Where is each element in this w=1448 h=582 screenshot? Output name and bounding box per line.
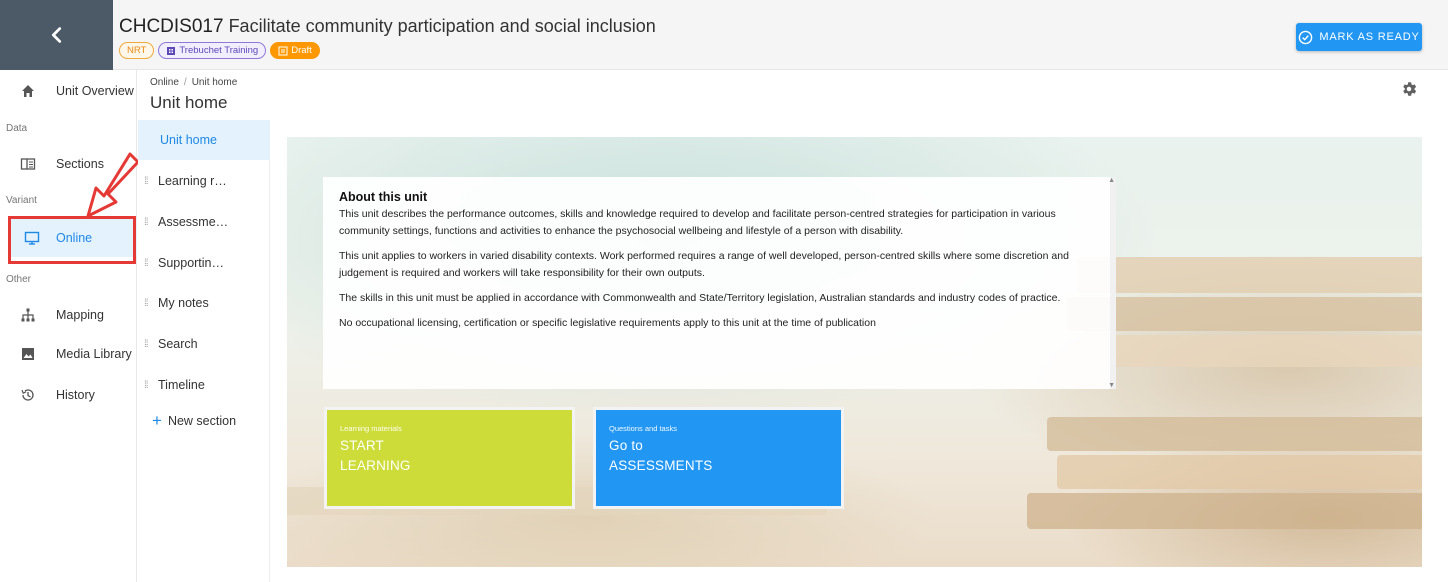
tile-line2: LEARNING	[340, 458, 411, 473]
section-item-label: Timeline	[158, 378, 205, 392]
section-item-supporting[interactable]: ⁞⁞ Supportin…	[138, 243, 270, 283]
section-item-label: Supportin…	[158, 256, 225, 270]
book-shape	[1067, 297, 1422, 331]
draft-status-chip: Draft	[270, 42, 320, 59]
unit-title: CHCDIS017 Facilitate community participa…	[119, 16, 656, 38]
book-shape	[1047, 417, 1422, 451]
section-item-learning[interactable]: ⁞⁞ Learning r…	[138, 161, 270, 201]
tile-caption: Questions and tasks	[609, 424, 677, 433]
drag-handle-icon[interactable]: ⁞⁞	[138, 258, 158, 269]
nav-history[interactable]: History	[0, 376, 137, 414]
organisation-chip: Trebuchet Training	[158, 42, 267, 59]
go-to-assessments-tile[interactable]: Questions and tasks Go to ASSESSMENTS	[593, 407, 844, 509]
about-title: About this unit	[339, 190, 428, 204]
tile-line1: Go to	[609, 438, 644, 453]
tile-caption: Learning materials	[340, 424, 402, 433]
about-paragraph: The skills in this unit must be applied …	[339, 292, 1061, 304]
page-title: Unit home	[150, 93, 228, 112]
unit-chips: NRT Trebuchet Training Draft	[119, 42, 320, 59]
breadcrumb: Online / Unit home	[150, 77, 237, 88]
scroll-down-arrow-icon[interactable]: ▼	[1108, 382, 1115, 389]
tile-line2: ASSESSMENTS	[609, 458, 713, 473]
new-section-button[interactable]: + New section	[152, 412, 236, 429]
organisation-chip-label: Trebuchet Training	[179, 45, 259, 56]
tile-line1: START	[340, 438, 385, 453]
nav-unit-overview-label: Unit Overview	[56, 84, 134, 98]
new-section-label: New section	[167, 413, 237, 428]
about-paragraph: This unit describes the performance outc…	[339, 208, 1056, 237]
about-paragraph: No occupational licensing, certification…	[339, 317, 876, 329]
about-unit-panel: About this unit This unit describes the …	[323, 177, 1116, 389]
start-learning-tile[interactable]: Learning materials START LEARNING	[324, 407, 575, 509]
unit-code: CHCDIS017	[119, 16, 224, 37]
nav-mapping-label: Mapping	[56, 308, 104, 322]
nav-mapping[interactable]: Mapping	[0, 296, 137, 334]
book-shape	[1057, 455, 1422, 489]
chevron-left-icon	[51, 27, 61, 43]
back-button[interactable]	[0, 0, 113, 70]
section-item-my-notes[interactable]: ⁞⁞ My notes	[138, 283, 270, 323]
draft-icon	[278, 46, 288, 55]
check-circle-icon	[1299, 30, 1313, 44]
mark-as-ready-label: MARK AS READY	[1319, 31, 1420, 43]
mark-as-ready-button[interactable]: MARK AS READY	[1296, 23, 1422, 51]
plus-icon: +	[152, 411, 162, 430]
left-navigation: Unit Overview Data Sections Variant Onli…	[0, 70, 137, 582]
nrt-chip-label: NRT	[127, 45, 147, 56]
home-icon	[22, 85, 34, 97]
section-item-label: Learning r…	[158, 174, 227, 188]
unit-name: Facilitate community participation and s…	[228, 16, 656, 36]
sitemap-icon	[21, 308, 35, 322]
book-shape	[1027, 493, 1422, 529]
gear-icon[interactable]	[1400, 80, 1418, 98]
breadcrumb-online[interactable]: Online	[150, 77, 179, 88]
top-header: CHCDIS017 Facilitate community participa…	[0, 0, 1448, 70]
scroll-up-arrow-icon[interactable]: ▲	[1108, 177, 1115, 184]
nav-history-label: History	[56, 388, 95, 402]
building-icon	[167, 46, 176, 55]
online-highlight-box	[8, 216, 136, 264]
book-shape	[1087, 335, 1422, 367]
draft-chip-label: Draft	[291, 45, 312, 56]
section-item-search[interactable]: ⁞⁞ Search	[138, 324, 270, 364]
history-icon	[21, 389, 34, 401]
nav-media-library[interactable]: Media Library	[0, 335, 137, 373]
drag-handle-icon[interactable]: ⁞⁞	[138, 339, 158, 350]
drag-handle-icon[interactable]: ⁞⁞	[138, 217, 158, 228]
breadcrumb-current: Unit home	[191, 77, 238, 88]
section-item-label: Assessme…	[158, 215, 229, 229]
drag-handle-icon[interactable]: ⁞⁞	[138, 298, 158, 309]
section-item-assessments[interactable]: ⁞⁞ Assessme…	[138, 202, 270, 242]
book-shape	[1077, 257, 1422, 293]
section-item-label: Unit home	[160, 133, 217, 147]
section-item-label: My notes	[158, 296, 209, 310]
drag-handle-icon[interactable]: ⁞⁞	[138, 380, 158, 391]
drag-handle-icon[interactable]: ⁞⁞	[138, 176, 158, 187]
about-paragraph: This unit applies to workers in varied d…	[339, 250, 1069, 279]
sections-icon	[20, 158, 36, 170]
nav-unit-overview[interactable]: Unit Overview	[0, 72, 137, 110]
nav-group-variant: Variant	[6, 195, 37, 206]
nav-group-data: Data	[6, 123, 28, 134]
section-item-timeline[interactable]: ⁞⁞ Timeline	[138, 365, 270, 405]
section-item-label: Search	[158, 337, 198, 351]
red-pointer-arrow-icon	[86, 152, 140, 218]
sections-list: Unit home ⁞⁞ Learning r… ⁞⁞ Assessme… ⁞⁞ Su…	[138, 120, 270, 582]
image-library-icon	[22, 348, 34, 360]
section-item-unit-home[interactable]: Unit home	[138, 120, 270, 160]
nav-media-library-label: Media Library	[56, 347, 132, 361]
breadcrumb-separator: /	[183, 77, 187, 88]
nav-group-other: Other	[6, 274, 32, 285]
nrt-chip: NRT	[119, 42, 155, 59]
